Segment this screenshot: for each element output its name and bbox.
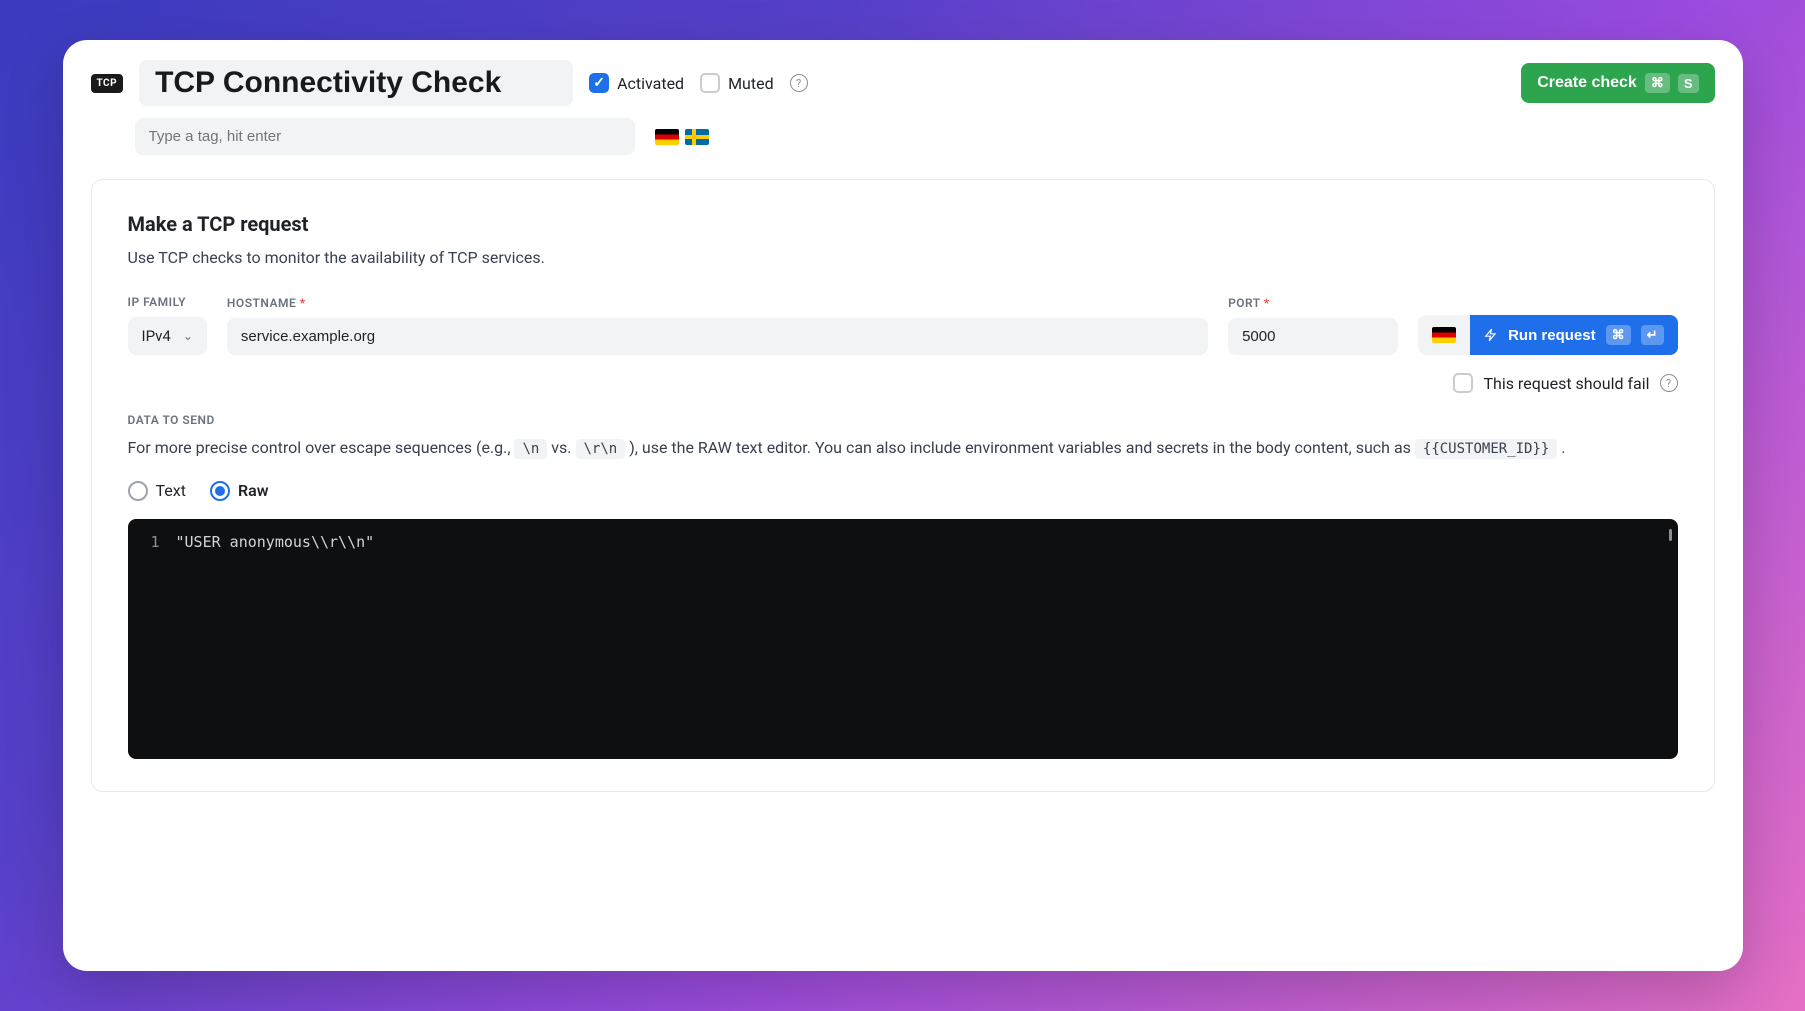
- create-check-button[interactable]: Create check ⌘ S: [1521, 63, 1714, 103]
- activated-checkbox[interactable]: [589, 73, 609, 93]
- line-number: 1: [144, 533, 160, 551]
- ip-family-value: IPv4: [142, 327, 171, 345]
- code-inline: \r\n: [576, 439, 626, 459]
- sub-header-row: [135, 118, 1715, 155]
- should-fail-row: This request should fail ?: [128, 373, 1678, 393]
- port-group: PORT *: [1228, 296, 1398, 355]
- code-inline: {{CUSTOMER_ID}}: [1415, 439, 1557, 459]
- ip-family-select[interactable]: IPv4 ⌄: [128, 317, 207, 355]
- should-fail-checkbox[interactable]: [1453, 373, 1473, 393]
- flag-germany-icon[interactable]: [655, 129, 679, 145]
- data-to-send-description: For more precise control over escape seq…: [128, 435, 1678, 461]
- create-check-label: Create check: [1537, 74, 1637, 92]
- check-title-input[interactable]: [139, 60, 573, 106]
- location-flags: [655, 129, 709, 145]
- bolt-icon: [1484, 328, 1498, 342]
- muted-label: Muted: [728, 74, 774, 93]
- kbd-cmd-icon: ⌘: [1645, 73, 1670, 93]
- radio-text[interactable]: Text: [128, 481, 186, 501]
- muted-toggle[interactable]: Muted: [700, 73, 774, 93]
- activated-toggle[interactable]: Activated: [589, 73, 684, 93]
- editor-line: 1 "USER anonymous\\r\\n": [144, 533, 1662, 551]
- kbd-cmd-icon: ⌘: [1606, 325, 1631, 345]
- run-request-button[interactable]: Run request ⌘ ↵: [1470, 315, 1677, 355]
- panel-title: Make a TCP request: [128, 212, 1678, 236]
- scrollbar[interactable]: [1669, 529, 1672, 541]
- flag-sweden-icon[interactable]: [685, 129, 709, 145]
- tag-input[interactable]: [135, 118, 635, 155]
- radio-text-button[interactable]: [128, 481, 148, 501]
- chevron-down-icon: ⌄: [183, 329, 193, 343]
- code-editor[interactable]: 1 "USER anonymous\\r\\n": [128, 519, 1678, 759]
- line-content[interactable]: "USER anonymous\\r\\n": [176, 533, 375, 551]
- editor-mode-radios: Text Raw: [128, 481, 1678, 501]
- kbd-s-icon: S: [1678, 74, 1699, 93]
- request-panel: Make a TCP request Use TCP checks to mon…: [91, 179, 1715, 792]
- hostname-input[interactable]: [227, 318, 1208, 355]
- hostname-label: HOSTNAME *: [227, 296, 1208, 310]
- panel-description: Use TCP checks to monitor the availabili…: [128, 248, 1678, 267]
- port-label: PORT *: [1228, 296, 1398, 310]
- header-row: TCP Activated Muted ? Create check ⌘ S: [91, 60, 1715, 106]
- code-inline: \n: [514, 439, 547, 459]
- tcp-badge: TCP: [91, 74, 124, 93]
- hostname-group: HOSTNAME *: [227, 296, 1208, 355]
- ip-family-group: IP FAMILY IPv4 ⌄: [128, 295, 207, 355]
- muted-checkbox[interactable]: [700, 73, 720, 93]
- data-to-send-label: DATA TO SEND: [128, 413, 1678, 427]
- kbd-enter-icon: ↵: [1641, 325, 1664, 345]
- ip-family-label: IP FAMILY: [128, 295, 207, 309]
- flag-germany-icon: [1432, 327, 1456, 343]
- main-card: TCP Activated Muted ? Create check ⌘ S M…: [63, 40, 1743, 971]
- radio-raw-label: Raw: [238, 481, 269, 500]
- radio-text-label: Text: [156, 481, 186, 500]
- port-input[interactable]: [1228, 318, 1398, 355]
- run-group: Run request ⌘ ↵: [1418, 315, 1677, 355]
- help-icon[interactable]: ?: [790, 74, 808, 92]
- run-request-label: Run request: [1508, 327, 1596, 344]
- radio-raw-button[interactable]: [210, 481, 230, 501]
- help-icon[interactable]: ?: [1660, 374, 1678, 392]
- activated-label: Activated: [617, 74, 684, 93]
- radio-raw[interactable]: Raw: [210, 481, 269, 501]
- run-location-button[interactable]: [1418, 315, 1470, 355]
- form-row: IP FAMILY IPv4 ⌄ HOSTNAME * PORT *: [128, 295, 1678, 355]
- should-fail-label: This request should fail: [1483, 374, 1649, 393]
